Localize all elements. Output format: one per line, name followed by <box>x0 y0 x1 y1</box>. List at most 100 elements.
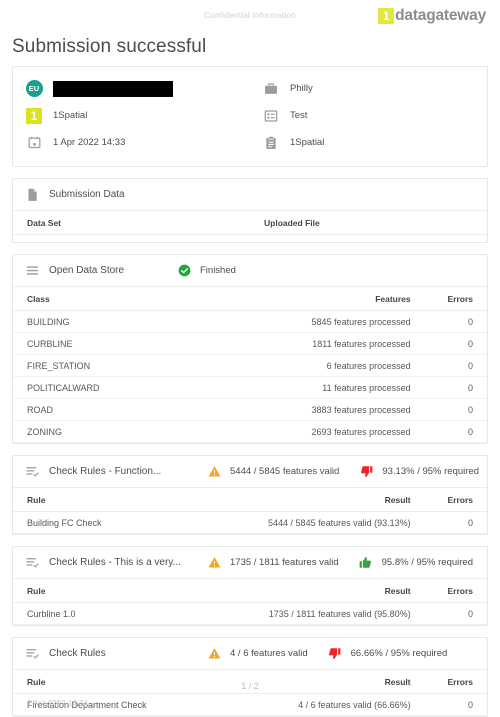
calendar-icon <box>25 134 43 152</box>
cell-class: CURBLINE <box>13 332 232 355</box>
owner-label: 1Spatial <box>290 137 325 148</box>
redacted-username <box>53 80 173 97</box>
table-header-row: Data Set Uploaded File <box>13 211 487 235</box>
table-row: CURBLINE 1811 features processed 0 <box>13 332 487 355</box>
info-row-dataset-type: Test <box>262 102 487 129</box>
column-header-data-set: Data Set <box>13 211 250 235</box>
cell-errors: 0 <box>420 420 487 443</box>
info-row-owner: 1Spatial <box>262 129 487 156</box>
submission-data-title: Submission Data <box>49 189 125 200</box>
column-header-errors: Errors <box>420 579 487 603</box>
list-card-icon <box>262 107 280 125</box>
column-header-rule: Rule <box>13 488 232 512</box>
check-rules-valid-text: 4 / 6 features valid <box>230 648 308 659</box>
cell-errors: 0 <box>420 310 487 333</box>
cell-result: 1735 / 1811 features valid (95.80%) <box>231 602 421 625</box>
submission-date-label: 1 Apr 2022 14:33 <box>53 137 126 148</box>
page-title: Submission successful <box>12 36 207 57</box>
footer-timestamp: 1 Apr 2022 14:34 <box>27 699 88 708</box>
check-rules-table: Rule Result Errors Curbline 1.0 1735 / 1811 … <box>13 579 487 625</box>
cell-features: 2693 features processed <box>231 420 421 443</box>
column-header-result: Result <box>231 488 421 512</box>
page-number: 1 / 2 <box>241 681 259 691</box>
table-row: Curbline 1.0 1735 / 1811 features valid (… <box>13 602 487 625</box>
clipboard-icon <box>262 134 280 152</box>
cell-features: 11 features processed <box>231 376 421 399</box>
table-row: ROAD 3883 features processed 0 <box>13 398 487 421</box>
project-label: Philly <box>290 83 313 94</box>
open-data-store-header: Open Data Store Finished <box>13 255 487 287</box>
table-row: BUILDING 5845 features processed 0 <box>13 310 487 333</box>
cell-errors: 0 <box>420 376 487 399</box>
check-rules-title: Check Rules <box>49 648 106 659</box>
info-row-organisation: 1Spatial <box>25 102 250 129</box>
check-rules-valid-text: 5444 / 5845 features valid <box>230 466 340 477</box>
submission-data-table: Data Set Uploaded File <box>13 211 487 235</box>
cell-features: 3883 features processed <box>231 398 421 421</box>
cell-result: 5444 / 5845 features valid (93.13%) <box>231 511 421 534</box>
cell-errors: 0 <box>420 332 487 355</box>
organisation-label: 1Spatial <box>53 110 88 121</box>
table-row: POLITICALWARD 11 features processed 0 <box>13 376 487 399</box>
check-rules-validity: 1735 / 1811 features valid <box>205 554 339 572</box>
check-rules-valid-text: 1735 / 1811 features valid <box>230 557 339 568</box>
briefcase-icon <box>262 80 280 98</box>
datagateway-logo: datagateway <box>378 7 486 25</box>
report-page: Confidential Information datagateway Sub… <box>0 0 500 717</box>
open-data-store-table: Class Features Errors BUILDING 5845 featu… <box>13 287 487 443</box>
check-rules-header: Check Rules - This is a very... 1735 / 18… <box>13 547 487 579</box>
list-lines-icon <box>23 262 41 280</box>
datagateway-mark-icon <box>378 8 395 24</box>
cell-rule: Curbline 1.0 <box>13 602 232 625</box>
cell-class: ROAD <box>13 398 232 421</box>
thumbs-down-icon <box>357 463 375 481</box>
cell-class: ZONING <box>13 420 232 443</box>
open-data-store-card: Open Data Store Finished Class Features … <box>12 254 488 444</box>
table-row: ZONING 2693 features processed 0 <box>13 420 487 443</box>
cell-errors: 0 <box>420 511 487 534</box>
open-data-store-status-label: Finished <box>200 265 236 276</box>
check-circle-icon <box>175 262 193 280</box>
check-rules-validity: 5444 / 5845 features valid <box>205 463 339 481</box>
info-column-left: EU 1Spatial <box>13 75 250 156</box>
cell-errors: 0 <box>420 354 487 377</box>
open-data-store-status: Finished <box>175 262 236 280</box>
check-rules-table: Rule Result Errors Building FC Check 5444 / … <box>13 488 487 534</box>
table-header-row: Rule Result Errors <box>13 488 487 512</box>
check-rules-verdict: 93.13% / 95% required <box>357 463 479 481</box>
submission-info-card: EU 1Spatial <box>12 66 488 167</box>
info-column-right: Philly Test 1Spatial <box>250 75 487 156</box>
column-header-class: Class <box>13 287 232 311</box>
info-row-date: 1 Apr 2022 14:33 <box>25 129 250 156</box>
cell-errors: 0 <box>420 602 487 625</box>
table-row: Building FC Check 5444 / 5845 features va… <box>13 511 487 534</box>
onespatial-logo-icon <box>25 107 43 125</box>
submission-data-spacer <box>13 235 487 242</box>
cell-class: BUILDING <box>13 310 232 333</box>
cell-features: 6 features processed <box>231 354 421 377</box>
column-header-errors: Errors <box>420 488 487 512</box>
document-icon <box>23 186 41 204</box>
column-header-result: Result <box>231 579 421 603</box>
check-rules-header: Check Rules - Function... 5444 / 5845 fea… <box>13 456 487 488</box>
open-data-store-body: BUILDING 5845 features processed 0 CURBLINE… <box>13 310 487 443</box>
cell-features: 1811 features processed <box>231 332 421 355</box>
dataset-type-label: Test <box>290 110 308 121</box>
avatar-initials: EU <box>25 80 43 97</box>
check-rules-required-text: 95.8% / 95% required <box>381 557 473 568</box>
check-rules-required-text: 93.13% / 95% required <box>382 466 479 477</box>
rules-check-icon <box>23 463 41 481</box>
cell-features: 5845 features processed <box>231 310 421 333</box>
table-header-row: Rule Result Errors <box>13 579 487 603</box>
column-header-features: Features <box>231 287 421 311</box>
submission-data-header: Submission Data <box>13 179 487 211</box>
cell-errors: 0 <box>420 398 487 421</box>
info-row-project: Philly <box>262 75 487 102</box>
info-row-user: EU <box>25 75 250 102</box>
check-rules-required-text: 66.66% / 95% required <box>350 648 448 659</box>
open-data-store-title: Open Data Store <box>49 265 125 276</box>
cell-class: POLITICALWARD <box>13 376 232 399</box>
column-header-errors: Errors <box>420 287 487 311</box>
thumbs-up-icon <box>357 554 375 572</box>
column-header-rule: Rule <box>13 579 232 603</box>
